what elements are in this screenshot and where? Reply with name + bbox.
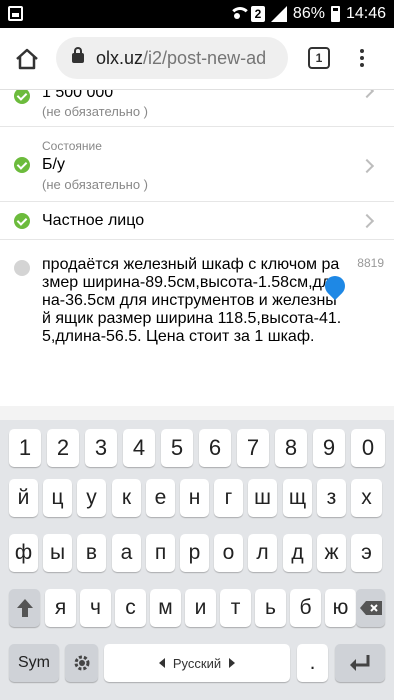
key-letter[interactable]: ю — [325, 589, 356, 627]
key-letter[interactable]: г — [214, 479, 243, 517]
signal-icon — [270, 6, 287, 22]
key-8[interactable]: 8 — [275, 429, 307, 467]
description-row[interactable]: продаётся железный шкаф с ключом размер … — [0, 240, 394, 404]
key-6[interactable]: 6 — [199, 429, 231, 467]
key-letter[interactable]: щ — [283, 479, 312, 517]
chevron-right-icon — [359, 90, 375, 99]
key-letter[interactable]: к — [112, 479, 141, 517]
divider — [0, 406, 394, 420]
space-key[interactable]: Русский — [104, 644, 290, 682]
check-icon — [14, 213, 30, 229]
address-bar[interactable]: olx.uz/i2/post-new-ad — [56, 37, 288, 79]
price-value: 1 500 000 — [42, 90, 114, 101]
tab-switcher-button[interactable]: 1 — [308, 47, 330, 69]
lock-icon — [72, 47, 84, 63]
key-letter[interactable]: б — [290, 589, 321, 627]
condition-hint: (не обязательно ) — [42, 177, 148, 192]
key-letter[interactable]: я — [45, 589, 76, 627]
status-bar: 2 86% 14:46 — [0, 0, 394, 28]
description-textarea[interactable]: продаётся железный шкаф с ключом размер … — [42, 256, 344, 346]
battery-percent: 86% — [292, 5, 325, 22]
key-5[interactable]: 5 — [161, 429, 193, 467]
key-letter[interactable]: э — [351, 534, 382, 572]
key-letter[interactable]: д — [283, 534, 312, 572]
backspace-key[interactable] — [356, 589, 385, 627]
enter-key[interactable] — [335, 644, 385, 682]
clock: 14:46 — [345, 5, 386, 22]
url-host: olx.uz — [96, 47, 144, 68]
key-3[interactable]: 3 — [85, 429, 117, 467]
url-text: olx.uz/i2/post-new-ad — [96, 48, 266, 69]
seller-type-row[interactable]: Частное лицо — [0, 202, 394, 240]
status-indicators: 2 86% 14:46 — [228, 0, 386, 28]
key-7[interactable]: 7 — [237, 429, 269, 467]
key-letter[interactable]: и — [185, 589, 216, 627]
key-0[interactable]: 0 — [351, 429, 385, 467]
key-letter[interactable]: л — [248, 534, 277, 572]
overflow-menu-icon[interactable] — [356, 46, 368, 72]
arrow-left-icon — [158, 658, 165, 668]
key-letter[interactable]: р — [180, 534, 209, 572]
home-icon[interactable] — [14, 46, 40, 72]
sym-key[interactable]: Sym — [9, 644, 59, 682]
key-letter[interactable]: в — [77, 534, 106, 572]
seller-type-value: Частное лицо — [42, 212, 145, 229]
key-2[interactable]: 2 — [47, 429, 79, 467]
key-letter[interactable]: ц — [43, 479, 72, 517]
key-letter[interactable]: ч — [80, 589, 111, 627]
on-screen-keyboard: 1 2 3 4 5 6 7 8 9 0 й ц у к е н г ш щ з … — [0, 420, 394, 700]
key-9[interactable]: 9 — [313, 429, 345, 467]
condition-label: Состояние — [42, 139, 102, 153]
gallery-notification-icon — [8, 6, 23, 21]
price-hint: (не обязательно ) — [42, 104, 148, 119]
chevron-right-icon — [359, 213, 375, 229]
check-icon — [14, 90, 30, 104]
key-letter[interactable]: у — [77, 479, 106, 517]
char-counter: 8819 — [357, 256, 384, 270]
arrow-right-icon — [229, 658, 236, 668]
key-letter[interactable]: о — [214, 534, 243, 572]
condition-value: Б/у — [42, 156, 65, 173]
key-letter[interactable]: с — [115, 589, 146, 627]
enter-icon — [350, 655, 370, 671]
key-letter[interactable]: ф — [9, 534, 38, 572]
chevron-right-icon — [359, 158, 375, 174]
check-icon — [14, 157, 30, 173]
key-1[interactable]: 1 — [9, 429, 41, 467]
key-letter[interactable]: й — [9, 479, 38, 517]
browser-toolbar: olx.uz/i2/post-new-ad 1 — [0, 28, 394, 90]
battery-icon — [330, 6, 340, 22]
post-ad-form: 1 500 000 (не обязательно ) Состояние Б/… — [0, 90, 394, 410]
gear-icon — [74, 655, 89, 671]
status-dot-icon — [14, 260, 30, 276]
url-path: /i2/post-new-ad — [143, 47, 267, 68]
shift-arrow-icon — [16, 599, 33, 617]
condition-row[interactable]: Состояние Б/у (не обязательно ) — [0, 127, 394, 202]
key-letter[interactable]: ь — [255, 589, 286, 627]
key-letter[interactable]: з — [317, 479, 346, 517]
key-letter[interactable]: п — [146, 534, 175, 572]
price-row[interactable]: 1 500 000 (не обязательно ) — [0, 90, 394, 127]
key-letter[interactable]: т — [220, 589, 251, 627]
key-4[interactable]: 4 — [123, 429, 155, 467]
key-letter[interactable]: х — [351, 479, 382, 517]
key-letter[interactable]: ж — [317, 534, 346, 572]
key-letter[interactable]: а — [112, 534, 141, 572]
key-letter[interactable]: е — [146, 479, 175, 517]
wifi-icon — [228, 7, 251, 21]
language-label: Русский — [172, 655, 222, 671]
key-letter[interactable]: м — [150, 589, 181, 627]
language-switch: Русский — [158, 655, 236, 671]
backspace-icon — [359, 601, 382, 615]
sim-icon: 2 — [250, 6, 265, 22]
shift-key[interactable] — [9, 589, 40, 627]
key-letter[interactable]: н — [180, 479, 209, 517]
period-key[interactable]: . — [297, 644, 328, 682]
key-letter[interactable]: ш — [248, 479, 277, 517]
settings-key[interactable] — [65, 644, 98, 682]
key-letter[interactable]: ы — [43, 534, 72, 572]
